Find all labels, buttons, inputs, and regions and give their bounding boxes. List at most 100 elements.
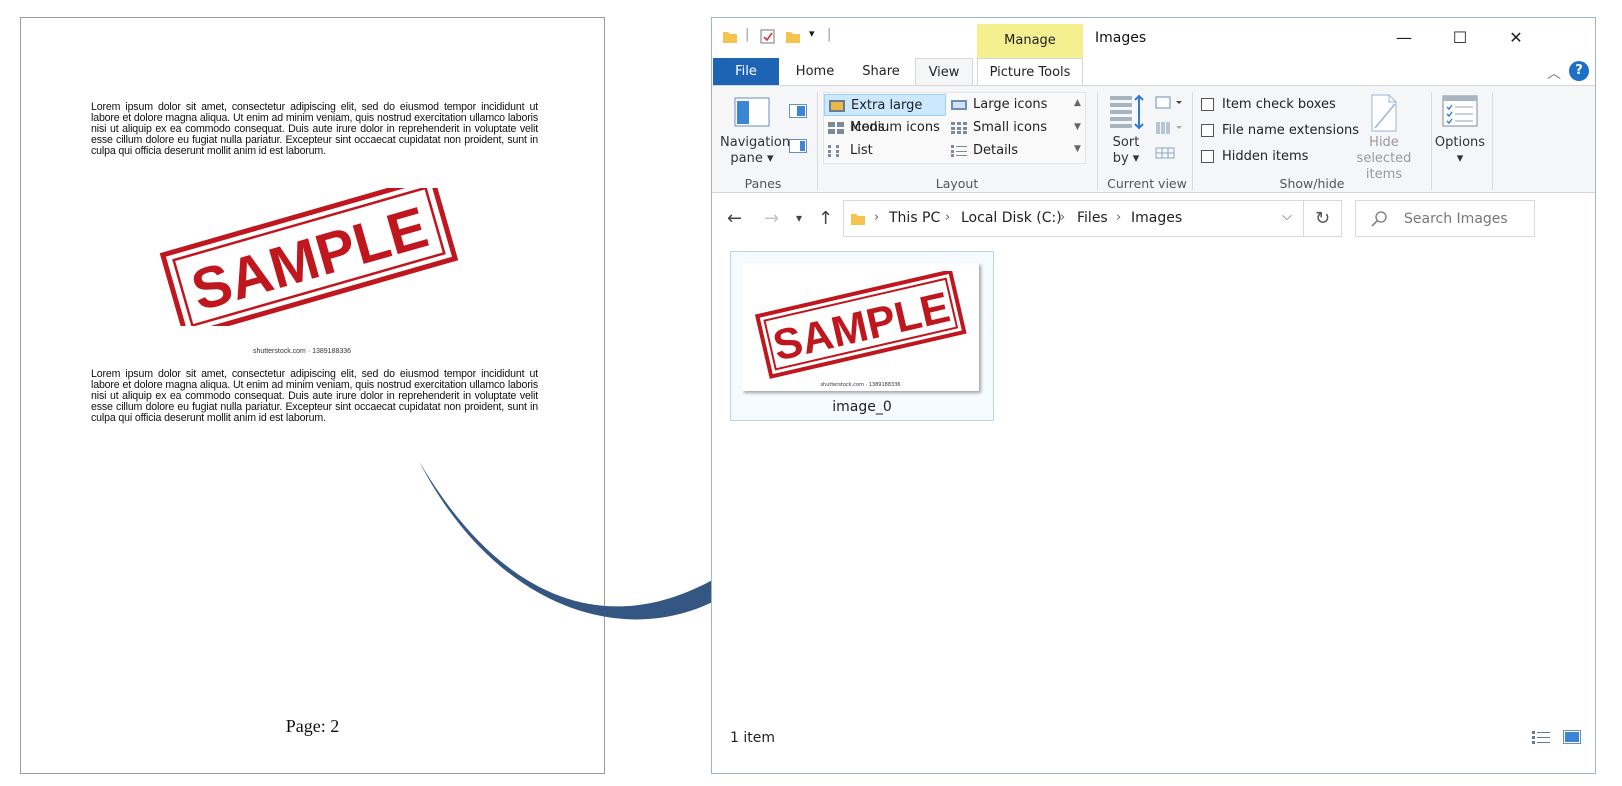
close-button[interactable]: ✕	[1493, 24, 1539, 52]
options-icon	[1442, 95, 1478, 127]
toolbar-divider: |	[745, 27, 750, 42]
folder-icon	[723, 32, 737, 43]
refresh-icon[interactable]: ↻	[1304, 200, 1342, 237]
properties-check-icon[interactable]	[760, 29, 776, 45]
small-icons-icon	[951, 122, 967, 134]
title-bar: | ▾ | Manage Images — ☐ ✕	[712, 18, 1595, 58]
layout-medium-icons[interactable]: Medium icons	[824, 117, 946, 139]
preview-pane-icon[interactable]	[789, 104, 807, 118]
layout-label: List	[850, 143, 873, 158]
breadcrumb-chevron-icon[interactable]: ›	[1060, 210, 1065, 225]
layout-extra-large-icons[interactable]: Extra large icons	[824, 94, 946, 135]
options-button[interactable]: Options ▾	[1433, 135, 1487, 167]
breadcrumb-images[interactable]: Images	[1131, 210, 1182, 226]
search-box[interactable]: Search Images	[1355, 200, 1535, 237]
file-item-image-0[interactable]: SAMPLE shutterstock.com · 1389188336 ima…	[730, 251, 994, 421]
item-count: 1 item	[730, 730, 775, 746]
sample-stamp-thumbnail: SAMPLE	[754, 271, 967, 379]
breadcrumb-chevron-icon[interactable]: ›	[874, 210, 879, 225]
document-paragraph: Lorem ipsum dolor sit amet, consectetur …	[91, 368, 538, 424]
address-dropdown-icon[interactable]: ⌵	[1282, 209, 1292, 224]
large-icons-icon	[951, 100, 967, 110]
layout-large-icons[interactable]: Large icons	[947, 94, 1069, 116]
file-list: SAMPLE shutterstock.com · 1389188336 ima…	[712, 242, 1595, 722]
up-arrow-icon[interactable]: ↑	[818, 208, 833, 229]
layout-scroll-down-icon[interactable]: ▼	[1074, 122, 1081, 132]
hide-selected-items-icon	[1371, 94, 1397, 132]
navigation-pane-button[interactable]: Navigation pane ▾	[720, 135, 791, 167]
ribbon-separator	[1431, 92, 1432, 190]
item-check-boxes-checkbox[interactable]: Item check boxes	[1201, 95, 1336, 115]
page-number: Page: 2	[285, 716, 340, 736]
group-label-current-view: Current view	[1107, 176, 1187, 191]
document-paragraph: Lorem ipsum dolor sit amet, consectetur …	[91, 101, 538, 157]
checkbox-label: File name extensions	[1222, 123, 1360, 138]
tab-home[interactable]: Home	[784, 58, 846, 85]
minimize-ribbon-icon[interactable]: ︿	[1547, 63, 1561, 83]
folder-icon	[851, 214, 865, 225]
address-bar[interactable]: › This PC › Local Disk (C:) › Files › Im…	[843, 200, 1304, 237]
details-pane-icon[interactable]	[789, 139, 807, 153]
tab-share[interactable]: Share	[851, 58, 911, 85]
ribbon-separator	[1192, 92, 1193, 190]
layout-small-icons[interactable]: Small icons	[947, 117, 1069, 139]
checkbox-label: Item check boxes	[1222, 97, 1336, 112]
size-columns-icon[interactable]	[1155, 144, 1175, 162]
sort-by-label: by	[1112, 151, 1129, 166]
minimize-button[interactable]: —	[1381, 24, 1427, 52]
recent-locations-icon[interactable]: ▾	[796, 211, 802, 225]
file-thumbnail: SAMPLE shutterstock.com · 1389188336	[742, 263, 979, 391]
navigation-pane-label: pane	[730, 151, 763, 166]
file-name-extensions-checkbox[interactable]: File name extensions	[1201, 121, 1359, 141]
layout-scroll-up-icon[interactable]: ▲	[1074, 98, 1081, 108]
tab-picture-tools[interactable]: Picture Tools	[977, 58, 1083, 85]
document-page: Lorem ipsum dolor sit amet, consectetur …	[20, 17, 605, 774]
sample-stamp-image: SAMPLE	[159, 188, 459, 326]
list-icon	[828, 145, 839, 157]
new-folder-icon[interactable]	[785, 29, 801, 45]
address-row: ← → ▾ ↑ › This PC › Local Disk (C:) › Fi…	[712, 194, 1595, 242]
group-by-icon[interactable]	[1155, 95, 1185, 111]
navigation-pane-label: Navigation	[720, 135, 791, 150]
maximize-button[interactable]: ☐	[1437, 24, 1483, 52]
thumbnail-credit: shutterstock.com · 1389188336	[820, 382, 901, 388]
file-name: image_0	[832, 399, 892, 415]
manage-context-tab[interactable]: Manage	[977, 24, 1083, 58]
ribbon-separator	[1492, 92, 1493, 190]
layout-list[interactable]: List	[824, 140, 946, 162]
group-label-panes: Panes	[744, 176, 782, 191]
tab-file[interactable]: File	[713, 58, 779, 85]
back-arrow-icon[interactable]: ←	[727, 208, 742, 229]
ribbon-separator	[817, 92, 818, 190]
hide-selected-label: Hide selected	[1356, 135, 1412, 166]
image-credit: shutterstock.com · 1389188336	[252, 348, 352, 355]
group-label-show-hide: Show/hide	[1279, 176, 1345, 191]
sort-by-label: Sort	[1112, 135, 1140, 150]
extra-large-icons-icon	[829, 100, 845, 112]
layout-more-icon[interactable]: ▼	[1074, 144, 1081, 154]
hidden-items-checkbox[interactable]: Hidden items	[1201, 147, 1308, 167]
options-label: Options	[1434, 135, 1486, 150]
layout-label: Small icons	[973, 120, 1047, 135]
add-columns-icon[interactable]	[1155, 120, 1185, 136]
layout-label: Large icons	[973, 97, 1048, 112]
forward-arrow-icon[interactable]: →	[764, 208, 779, 229]
layout-label: Details	[973, 143, 1019, 158]
checkbox-box	[1201, 124, 1214, 137]
group-label-layout: Layout	[935, 176, 979, 191]
help-icon[interactable]: ?	[1569, 61, 1589, 81]
navigation-pane-icon	[734, 97, 770, 127]
window-title: Images	[1095, 30, 1147, 46]
breadcrumb-chevron-icon[interactable]: ›	[1116, 210, 1121, 225]
sort-by-icon	[1110, 94, 1144, 130]
tab-view[interactable]: View	[915, 58, 973, 86]
breadcrumb-files[interactable]: Files	[1077, 210, 1108, 226]
details-view-icon[interactable]	[1532, 731, 1550, 745]
breadcrumb-chevron-icon[interactable]: ›	[945, 210, 950, 225]
breadcrumb-local-disk[interactable]: Local Disk (C:)	[961, 210, 1062, 226]
layout-details[interactable]: Details	[947, 140, 1069, 162]
large-icons-view-icon[interactable]	[1563, 730, 1581, 744]
breadcrumb-this-pc[interactable]: This PC	[889, 210, 940, 226]
sort-by-button[interactable]: Sort by ▾	[1104, 135, 1148, 167]
customize-toolbar-icon[interactable]: ▾	[809, 27, 815, 40]
